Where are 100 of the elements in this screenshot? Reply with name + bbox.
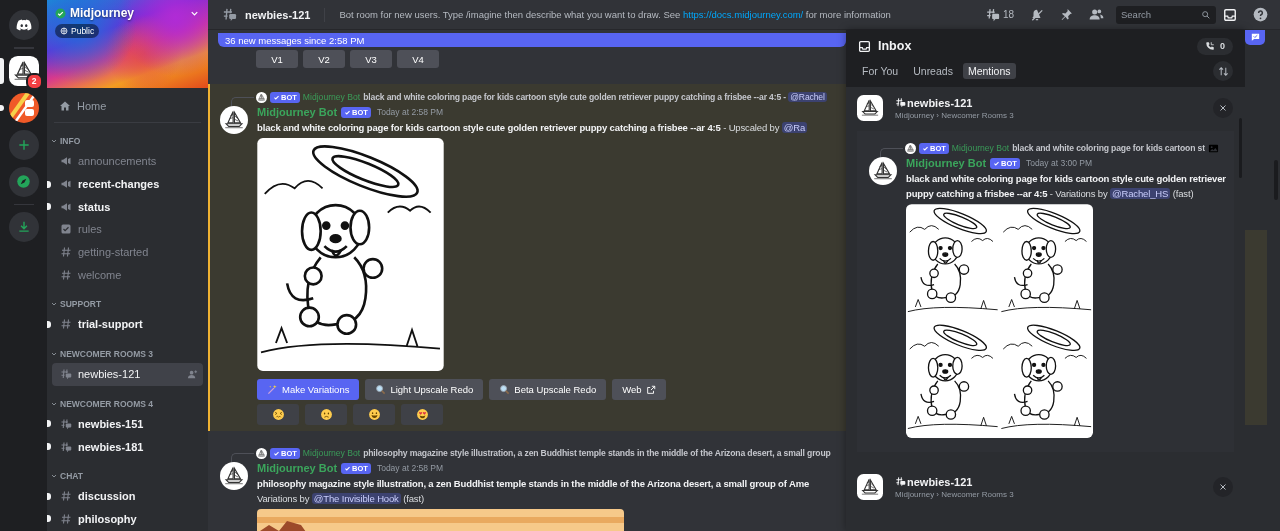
author-name[interactable]: Midjourney Bot <box>257 462 338 474</box>
user-mention[interactable]: @Ra <box>781 122 808 133</box>
channel-item[interactable]: status <box>52 195 203 219</box>
hash-icon <box>60 246 72 259</box>
unread-indicator <box>47 515 51 523</box>
channel-item[interactable]: announcements <box>52 150 203 173</box>
variation-button[interactable]: V1 <box>256 50 298 68</box>
chat-bubble-icon <box>1249 32 1261 43</box>
plus-icon <box>16 137 31 152</box>
bot-avatar[interactable] <box>905 142 916 154</box>
reaction-button[interactable] <box>257 404 299 425</box>
explore-button[interactable] <box>8 166 39 197</box>
channel-item[interactable]: newbies-121 <box>52 362 203 386</box>
puppy-drawing[interactable] <box>257 138 444 371</box>
unread-indicator <box>47 180 51 188</box>
channel-item[interactable]: discussion <box>52 484 203 508</box>
sort-icon <box>1217 65 1229 77</box>
message-timestamp: Today at 3:00 PM <box>1025 158 1093 168</box>
persevering-face-icon <box>271 408 285 421</box>
phone-icon <box>1205 41 1215 51</box>
action-button[interactable]: Beta Upscale Redo <box>489 379 607 400</box>
user-mention[interactable]: @Rachel <box>788 92 827 102</box>
category-header[interactable]: SUPPORT <box>47 295 208 314</box>
calls-button[interactable]: 0 <box>1197 37 1233 55</box>
variation-button[interactable]: V3 <box>350 50 392 68</box>
bot-avatar[interactable] <box>256 447 267 459</box>
reaction-button[interactable] <box>305 404 347 425</box>
reply-text[interactable]: black and white coloring page for kids cartoon st <box>1012 143 1205 153</box>
home-link[interactable]: Home <box>52 96 203 116</box>
message-text: black and white coloring page for kids cartoon style cute golden retriever puppy catching a frisbee --ar 4:5 - Variations by @Rachel_HS (fast) <box>906 172 1226 201</box>
category-header[interactable]: CHAT <box>47 466 208 485</box>
variation-button[interactable]: V2 <box>303 50 345 68</box>
channel-item[interactable]: trial-support <box>52 313 203 336</box>
hash-bubble-icon <box>60 368 72 381</box>
category-header[interactable]: NEWCOMER ROOMS 4 <box>47 394 208 413</box>
inbox-icon <box>858 39 871 53</box>
variation-button[interactable]: V4 <box>397 50 439 68</box>
server-avatar[interactable] <box>857 95 883 121</box>
channel-item[interactable]: philosophy <box>52 507 203 531</box>
server-name[interactable]: Midjourney <box>70 6 185 20</box>
threads-button[interactable]: 18 <box>981 7 1018 22</box>
globe-icon <box>60 27 68 35</box>
user-mention[interactable]: @Rachel_HS <box>1110 188 1171 199</box>
inbox-channel-name[interactable]: newbies-121 <box>907 475 973 488</box>
bot-avatar[interactable] <box>220 106 248 134</box>
channel-item[interactable]: getting-started <box>52 240 203 264</box>
category-header[interactable]: NEWCOMER ROOMS 3 <box>47 344 208 363</box>
hash-bubble-icon <box>60 417 72 430</box>
search-field[interactable]: Search <box>1116 5 1216 24</box>
action-button[interactable]: Light Upscale Redo <box>365 379 484 400</box>
category-header[interactable]: INFO <box>47 132 208 150</box>
inbox-tab[interactable]: Unreads <box>908 63 958 79</box>
reply-author[interactable]: Midjourney Bot <box>302 448 361 458</box>
mark-read-button[interactable] <box>1245 30 1265 45</box>
author-name[interactable]: Midjourney Bot <box>906 157 987 169</box>
server-icon[interactable] <box>8 92 39 123</box>
inbox-tab[interactable]: For You <box>858 63 904 79</box>
bot-avatar[interactable] <box>256 91 267 103</box>
home-button[interactable] <box>8 10 39 40</box>
action-button[interactable]: Make Variations <box>257 379 360 400</box>
bot-avatar[interactable] <box>869 157 897 185</box>
close-icon <box>1218 482 1228 492</box>
reaction-button[interactable] <box>353 404 395 425</box>
server-icon[interactable] <box>8 55 39 86</box>
unread-indicator <box>47 420 51 428</box>
check-icon <box>273 449 280 457</box>
reply-text[interactable]: philosophy magazine style illustration, a zen Buddhist temple stands in the middle of the Arizona desert, a small group <box>363 448 831 458</box>
reply-author[interactable]: Midjourney Bot <box>951 143 1010 153</box>
channel-item[interactable]: rules <box>52 218 203 241</box>
check-icon <box>993 159 1001 167</box>
channel-item[interactable]: newbies-151 <box>52 412 203 436</box>
topic-link[interactable]: https://docs.midjourney.com/ <box>683 9 804 20</box>
close-button[interactable] <box>1213 477 1233 497</box>
add-server-button[interactable] <box>8 129 39 160</box>
close-icon <box>1218 103 1228 113</box>
bot-avatar[interactable] <box>220 462 248 490</box>
author-name[interactable]: Midjourney Bot <box>257 106 338 118</box>
close-button[interactable] <box>1213 98 1233 118</box>
download-button[interactable] <box>8 212 39 242</box>
inbox-channel-name[interactable]: newbies-121 <box>907 96 973 109</box>
user-mention[interactable]: @The Invisible Hook <box>311 493 401 504</box>
channel-item[interactable]: newbies-181 <box>52 435 203 458</box>
sort-button[interactable] <box>1213 61 1233 81</box>
channel-item[interactable]: welcome <box>52 263 203 287</box>
unread-indicator <box>47 320 51 328</box>
home-icon <box>59 100 71 112</box>
action-button[interactable]: Web <box>612 379 666 400</box>
new-messages-bar[interactable]: 36 new messages since 2:58 PM <box>218 33 846 47</box>
chevron-down-icon <box>50 137 58 145</box>
bell-slash-icon <box>1030 7 1044 22</box>
channel-topic: Bot room for new users. Type /imagine then describe what you want to draw. See https://docs.midjourney.com/ for more information <box>339 9 892 20</box>
hash-bubble-icon <box>60 440 72 453</box>
reaction-button[interactable] <box>401 404 443 425</box>
message-text: Variations by @The Invisible Hook (fast) <box>257 492 425 506</box>
message-text: philosophy magazine style illustration, a zen Buddhist temple stands in the middle of the Arizona desert, a small group of Ame <box>257 477 811 491</box>
reply-text[interactable]: black and white coloring page for kids cartoon style cute golden retriever puppy catching a frisbee --ar 4:5 - @Rachel <box>363 92 827 102</box>
inbox-tab[interactable]: Mentions <box>962 63 1016 79</box>
puppy-grid-drawing[interactable] <box>906 204 1093 438</box>
channel-item[interactable]: recent-changes <box>52 172 203 196</box>
server-avatar[interactable] <box>857 474 883 500</box>
